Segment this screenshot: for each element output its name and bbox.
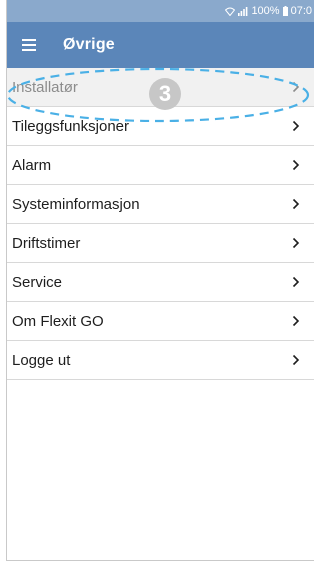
chevron-right-icon xyxy=(292,81,300,93)
phone-screen: 100% 07:0 Øvrige Installatør Tileggsfunk… xyxy=(6,0,314,561)
menu-item-label: Tileggsfunksjoner xyxy=(12,117,130,135)
battery-percent: 100% xyxy=(251,5,280,17)
chevron-right-icon xyxy=(292,315,300,327)
menu-item-label: Logge ut xyxy=(12,351,71,369)
settings-menu-list: Installatør Tileggsfunksjoner Alarm Syst… xyxy=(7,68,314,380)
chevron-right-icon xyxy=(292,120,300,132)
menu-item-logge-ut[interactable]: Logge ut xyxy=(7,341,314,380)
menu-item-service[interactable]: Service xyxy=(7,263,314,302)
menu-item-label: Driftstimer xyxy=(12,234,81,252)
chevron-right-icon xyxy=(292,159,300,171)
menu-item-alarm[interactable]: Alarm xyxy=(7,146,314,185)
menu-item-installator[interactable]: Installatør xyxy=(7,68,314,107)
app-bar: Øvrige xyxy=(7,22,314,68)
battery-icon xyxy=(282,6,288,16)
clock: 07:0 xyxy=(290,5,312,17)
menu-item-label: Systeminformasjon xyxy=(12,195,140,213)
chevron-right-icon xyxy=(292,276,300,288)
page-title: Øvrige xyxy=(63,36,115,53)
menu-item-systeminformasjon[interactable]: Systeminformasjon xyxy=(7,185,314,224)
chevron-right-icon xyxy=(292,198,300,210)
chevron-right-icon xyxy=(292,354,300,366)
menu-item-label: Alarm xyxy=(12,156,52,174)
hamburger-menu-icon[interactable] xyxy=(21,37,41,53)
menu-item-tileggsfunksjoner[interactable]: Tileggsfunksjoner xyxy=(7,107,314,146)
menu-item-label: Installatør xyxy=(12,78,78,96)
menu-item-om-flexit-go[interactable]: Om Flexit GO xyxy=(7,302,314,341)
chevron-right-icon xyxy=(292,237,300,249)
signal-icon xyxy=(238,6,248,16)
menu-item-label: Service xyxy=(12,273,63,291)
menu-item-label: Om Flexit GO xyxy=(12,312,104,330)
menu-item-driftstimer[interactable]: Driftstimer xyxy=(7,224,314,263)
status-icons: 100% 07:0 xyxy=(225,5,312,17)
wifi-icon xyxy=(225,7,236,16)
status-bar: 100% 07:0 xyxy=(7,0,314,22)
